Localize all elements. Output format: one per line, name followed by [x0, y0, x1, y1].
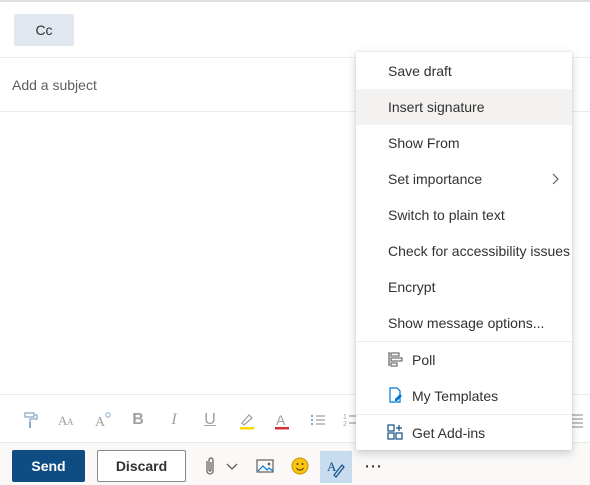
cc-button[interactable]: Cc	[14, 14, 74, 46]
menu-item-save-draft[interactable]: Save draft	[356, 53, 572, 89]
subject-input[interactable]	[12, 74, 342, 96]
menu-item-label: Poll	[412, 352, 436, 368]
menu-item-label: Get Add-ins	[412, 425, 486, 441]
svg-text:A: A	[276, 412, 286, 428]
bold-icon[interactable]: B	[127, 409, 149, 431]
poll-icon	[388, 352, 403, 367]
format-painter-icon[interactable]	[20, 409, 42, 431]
menu-item-my-templates[interactable]: My Templates	[356, 378, 572, 414]
svg-text:A: A	[67, 417, 74, 427]
highlight-icon[interactable]	[236, 409, 258, 431]
menu-item-label: Encrypt	[388, 279, 436, 295]
menu-item-label: Check for accessibility issues	[388, 243, 571, 259]
font-size-icon[interactable]: AA	[55, 409, 77, 431]
menu-item-poll[interactable]: Poll	[356, 342, 572, 378]
send-button[interactable]: Send	[12, 450, 85, 482]
menu-item-insert-signature[interactable]: Insert signature	[356, 89, 572, 125]
menu-item-show-message-options[interactable]: Show message options...	[356, 305, 572, 341]
menu-item-label: Show From	[388, 135, 460, 151]
svg-text:A: A	[95, 415, 106, 430]
compose-window: Cc AA A B I U A 12	[0, 0, 590, 485]
bullets-icon[interactable]	[307, 409, 329, 431]
italic-icon[interactable]: I	[163, 409, 185, 431]
svg-text:2: 2	[343, 421, 347, 428]
menu-item-encrypt[interactable]: Encrypt	[356, 269, 572, 305]
menu-item-label: Set importance	[388, 171, 483, 187]
more-options-menu: Save draft Insert signature Show From Se…	[356, 52, 572, 450]
get-addins-icon	[387, 424, 403, 440]
menu-item-switch-plain-text[interactable]: Switch to plain text	[356, 197, 572, 233]
more-options-icon[interactable]: ⋯	[362, 455, 384, 477]
attach-dropdown-chevron-icon[interactable]	[224, 455, 240, 477]
discard-button[interactable]: Discard	[97, 450, 186, 482]
emoji-icon[interactable]	[290, 455, 310, 477]
svg-text:A: A	[327, 459, 337, 474]
insert-picture-icon[interactable]	[255, 455, 275, 477]
chevron-right-icon	[552, 173, 559, 185]
menu-item-label: My Templates	[412, 388, 499, 404]
grow-font-icon[interactable]: A	[92, 409, 114, 431]
menu-item-show-from[interactable]: Show From	[356, 125, 572, 161]
menu-item-label: Show message options...	[388, 315, 545, 331]
underline-icon[interactable]: U	[199, 409, 221, 431]
attach-icon[interactable]	[202, 455, 218, 477]
menu-item-label: Save draft	[388, 63, 452, 79]
menu-item-check-accessibility[interactable]: Check for accessibility issues	[356, 233, 572, 269]
menu-item-set-importance[interactable]: Set importance	[356, 161, 572, 197]
menu-item-label: Insert signature	[388, 99, 485, 115]
templates-icon	[389, 387, 402, 403]
editor-button-active[interactable]: A	[320, 451, 352, 483]
cc-row: Cc	[0, 2, 590, 58]
menu-item-get-addins[interactable]: Get Add-ins	[356, 415, 572, 451]
svg-text:1: 1	[343, 414, 347, 421]
menu-item-label: Switch to plain text	[388, 207, 505, 223]
font-color-icon[interactable]: A	[271, 409, 293, 431]
